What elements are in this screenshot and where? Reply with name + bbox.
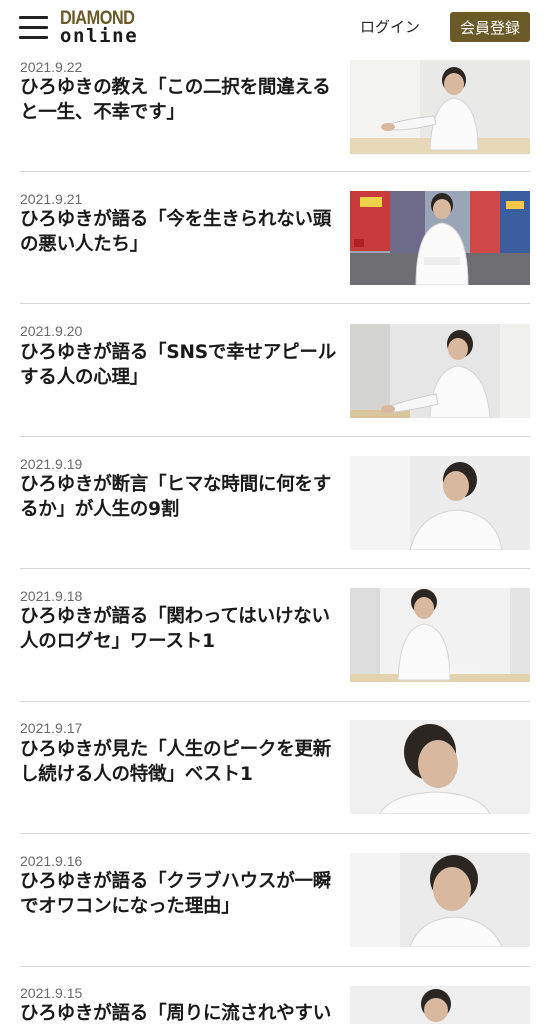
article-thumbnail[interactable] (350, 456, 530, 550)
article-thumbnail[interactable] (350, 60, 530, 154)
logo-line-2: online (60, 25, 139, 47)
photo-image (350, 588, 530, 682)
article-thumbnail[interactable] (350, 853, 530, 947)
photo-image (350, 853, 530, 947)
article-thumbnail[interactable] (350, 324, 530, 418)
photo-image (350, 720, 530, 814)
article-thumbnail[interactable] (350, 588, 530, 682)
photo-image (350, 60, 530, 154)
site-logo[interactable]: DIAMOND online (60, 9, 144, 47)
divider (20, 966, 530, 967)
photo-image (350, 191, 530, 285)
article-date: 2021.9.21 (20, 191, 83, 207)
article-title[interactable]: ひろゆきが見た「人生のピークを更新し続ける人の特徴」ベスト1 (20, 737, 340, 787)
register-button[interactable]: 会員登録 (450, 12, 530, 42)
article-date: 2021.9.22 (20, 59, 83, 75)
photo-image (350, 986, 530, 1024)
article-thumbnail[interactable] (350, 191, 530, 285)
article-title[interactable]: ひろゆきが語る「今を生きられない頭の悪い人たち」 (20, 207, 340, 257)
menu-icon[interactable] (19, 16, 48, 40)
divider (20, 436, 530, 437)
photo-image (350, 324, 530, 418)
article-title[interactable]: ひろゆきの教え「この二択を間違えると一生、不幸です」 (20, 75, 340, 125)
site-header: DIAMOND online ログイン 会員登録 (0, 0, 550, 56)
article-title[interactable]: ひろゆきが語る「クラブハウスが一瞬でオワコンになった理由」 (20, 869, 340, 919)
divider (20, 303, 530, 304)
article-date: 2021.9.15 (20, 985, 83, 1001)
divider (20, 701, 530, 702)
login-link[interactable]: ログイン (360, 16, 420, 37)
divider (20, 833, 530, 834)
divider (20, 171, 530, 172)
article-date: 2021.9.20 (20, 323, 83, 339)
photo-image (350, 456, 530, 550)
article-title[interactable]: ひろゆきが断言「ヒマな時間に何をするか」が人生の9割 (20, 472, 340, 522)
article-date: 2021.9.18 (20, 588, 83, 604)
article-thumbnail[interactable] (350, 986, 530, 1024)
article-date: 2021.9.19 (20, 456, 83, 472)
article-date: 2021.9.16 (20, 853, 83, 869)
article-title[interactable]: ひろゆきが語る「周りに流されやすい (20, 1001, 340, 1026)
article-title[interactable]: ひろゆきが語る「関わってはいけない人のログセ」ワースト1 (20, 604, 340, 654)
article-thumbnail[interactable] (350, 720, 530, 814)
article-title[interactable]: ひろゆきが語る「SNSで幸せアピールする人の心理」 (20, 340, 340, 390)
article-date: 2021.9.17 (20, 720, 83, 736)
divider (20, 568, 530, 569)
